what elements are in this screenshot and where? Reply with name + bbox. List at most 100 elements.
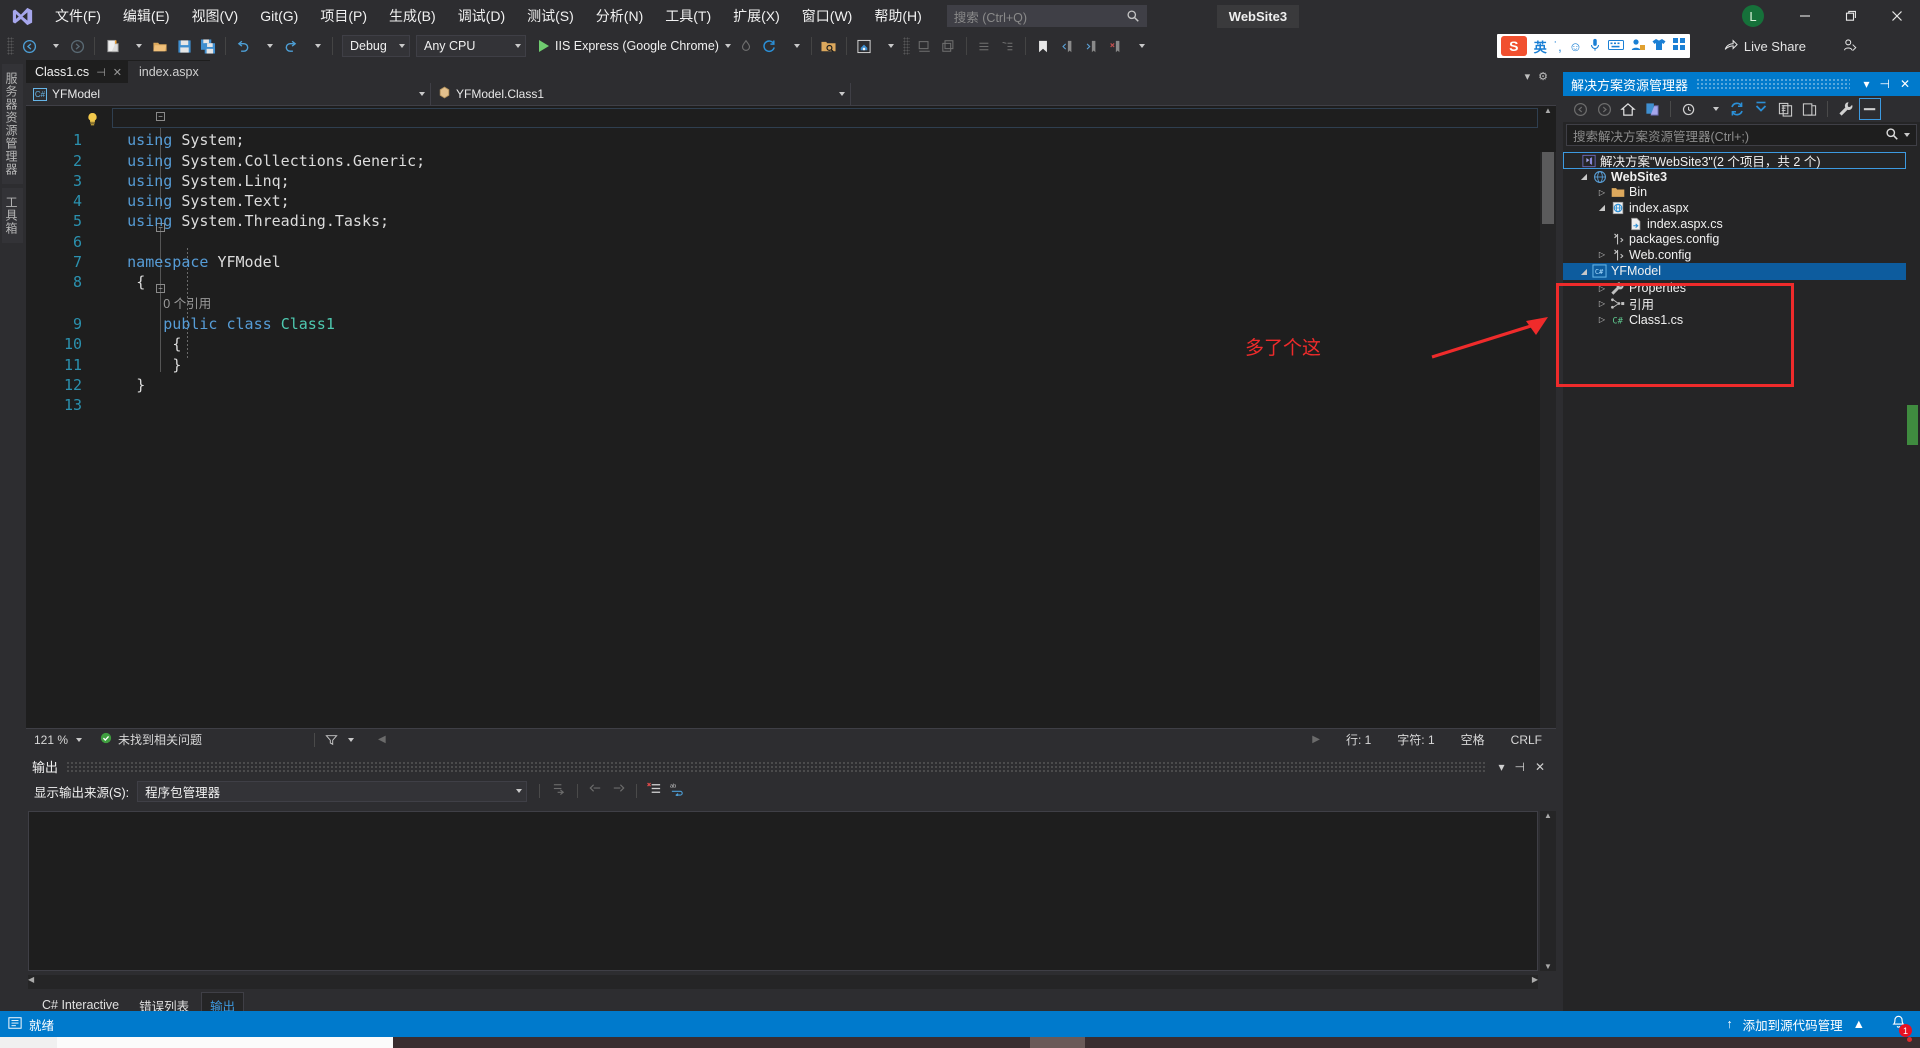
chevron-down-icon[interactable]: ▾ — [1493, 760, 1509, 774]
menu-item-git[interactable]: Git(G) — [249, 0, 309, 32]
output-text-area[interactable] — [28, 811, 1538, 971]
menu-item-edit[interactable]: 编辑(E) — [112, 0, 181, 32]
share-people-icon[interactable] — [1842, 38, 1858, 55]
next-bookmark-icon[interactable] — [1079, 34, 1103, 58]
document-tab-index-aspx[interactable]: index.aspx — [128, 60, 210, 83]
save-all-icon[interactable] — [196, 34, 220, 58]
start-debugging-button[interactable]: IIS Express (Google Chrome) — [536, 34, 734, 58]
add-to-source-control-button[interactable]: 添加到源代码管理 — [1743, 1015, 1843, 1034]
preview-more-icon[interactable] — [876, 34, 900, 58]
microphone-icon[interactable] — [1589, 38, 1601, 55]
refresh-dropdown[interactable] — [782, 34, 806, 58]
menu-item-extensions[interactable]: 扩展(X) — [722, 0, 791, 32]
panel-drag-area[interactable] — [66, 760, 1486, 773]
navigation-member-combo[interactable]: YFModel.Class1 — [431, 82, 851, 106]
solution-explorer-scroll-thumb[interactable] — [1907, 405, 1918, 445]
user-icon[interactable] — [1631, 38, 1645, 54]
close-icon[interactable] — [1874, 0, 1920, 32]
search-icon[interactable] — [1885, 127, 1899, 144]
tree-expander[interactable]: ◢ — [1577, 172, 1591, 181]
tree-expander[interactable]: ▷ — [1595, 315, 1609, 324]
preview-selected-items-icon[interactable] — [1859, 98, 1881, 120]
menu-item-test[interactable]: 测试(S) — [516, 0, 585, 32]
notification-bell-icon[interactable]: 1 — [1891, 1015, 1912, 1037]
pending-changes-icon[interactable] — [1678, 98, 1700, 120]
indent-increase-icon[interactable] — [937, 34, 961, 58]
tree-expander[interactable]: ◢ — [1595, 203, 1609, 212]
editor-scroll-thumb[interactable] — [1542, 152, 1554, 224]
indent-decrease-icon[interactable] — [913, 34, 937, 58]
tree-item-solution[interactable]: 解决方案"WebSite3"(2 个项目，共 2 个) — [1563, 152, 1906, 169]
folder-search-icon[interactable] — [817, 34, 841, 58]
tree-expander[interactable]: ▷ — [1595, 188, 1609, 197]
menu-item-debug[interactable]: 调试(D) — [447, 0, 516, 32]
output-prev-icon[interactable] — [588, 781, 603, 801]
output-vertical-scrollbar[interactable]: ▲ ▼ — [1540, 811, 1556, 971]
output-horizontal-scrollbar[interactable]: ◀ ▶ — [28, 975, 1538, 989]
hscroll-left-arrow[interactable]: ◀ — [378, 734, 386, 745]
home-icon[interactable] — [1617, 98, 1639, 120]
emoji-icon[interactable]: ☺ — [1569, 39, 1582, 54]
bookmark-icon[interactable] — [1031, 34, 1055, 58]
punctuation-icon[interactable]: ˙, — [1554, 39, 1562, 54]
menu-item-file[interactable]: 文件(F) — [44, 0, 112, 32]
navigate-forward-icon[interactable] — [65, 34, 89, 58]
clear-output-icon[interactable] — [647, 781, 662, 801]
comment-lines-icon[interactable] — [972, 34, 996, 58]
word-wrap-icon[interactable]: ab — [670, 781, 685, 801]
solution-explorer-search[interactable]: 搜索解决方案资源管理器(Ctrl+;) — [1566, 124, 1917, 146]
show-all-files-icon[interactable] — [1774, 98, 1796, 120]
output-source-select[interactable]: 程序包管理器 — [137, 780, 528, 802]
open-file-icon[interactable] — [148, 34, 172, 58]
properties-icon[interactable] — [1835, 98, 1857, 120]
tree-expander[interactable]: ▷ — [1595, 250, 1609, 259]
filter-icon[interactable] — [325, 734, 355, 746]
tree-expander[interactable]: ▷ — [1595, 299, 1609, 308]
windows-taskbar[interactable] — [0, 1037, 1920, 1048]
tree-expander[interactable]: ◢ — [1577, 267, 1591, 276]
menu-item-view[interactable]: 视图(V) — [181, 0, 250, 32]
previous-bookmark-icon[interactable] — [1055, 34, 1079, 58]
tree-item-website3[interactable]: ◢ WebSite3 — [1563, 169, 1906, 185]
toolbar-grip-2[interactable] — [902, 37, 910, 55]
output-next-icon[interactable] — [611, 781, 626, 801]
avatar[interactable]: L — [1742, 5, 1764, 27]
toolbox-icon[interactable] — [1673, 38, 1686, 54]
document-tab-class1[interactable]: Class1.cs ⊣ ✕ — [26, 60, 128, 83]
ime-mode-label[interactable]: 英 — [1534, 37, 1547, 56]
main-menu[interactable]: 文件(F) 编辑(E) 视图(V) Git(G) 项目(P) 生成(B) 调试(… — [44, 0, 933, 32]
split-view-icon[interactable]: ⚙ — [1538, 70, 1548, 83]
close-icon[interactable]: ✕ — [1895, 77, 1915, 91]
menu-item-tools[interactable]: 工具(T) — [654, 0, 722, 32]
sogou-ime-icon[interactable]: S — [1500, 36, 1527, 56]
code-editor-surface[interactable]: − − − 1 using System; 2 using System.Col… — [26, 106, 1556, 750]
tree-expander[interactable]: ▷ — [1595, 284, 1609, 293]
toolbar-overflow-icon[interactable] — [1127, 34, 1151, 58]
live-preview-icon[interactable] — [852, 34, 876, 58]
navigate-back-icon[interactable] — [17, 34, 41, 58]
issues-indicator[interactable]: 未找到相关问题 — [100, 731, 202, 748]
tree-item-properties[interactable]: ▷ Properties — [1563, 281, 1906, 297]
tree-item-packages-config[interactable]: packages.config — [1563, 231, 1906, 247]
solution-configuration-combo[interactable]: Debug — [342, 35, 410, 57]
minimize-icon[interactable] — [1782, 0, 1828, 32]
tree-item-class1-cs[interactable]: ▷ C# Class1.cs — [1563, 312, 1906, 328]
hot-reload-icon[interactable] — [734, 34, 758, 58]
nav-back-icon[interactable] — [1569, 98, 1591, 120]
pin-icon[interactable]: ⊣ — [1874, 77, 1894, 91]
editor-zoom-combo[interactable]: 121 % — [26, 729, 86, 751]
menu-item-analyze[interactable]: 分析(N) — [585, 0, 654, 32]
tree-item-index-aspx-cs[interactable]: index.aspx.cs — [1563, 216, 1906, 232]
clear-bookmarks-icon[interactable] — [1103, 34, 1127, 58]
tree-item-references[interactable]: ▷ 引用 — [1563, 296, 1906, 312]
soft-keyboard-icon[interactable] — [1608, 39, 1624, 54]
pin-icon[interactable]: ⊣ — [96, 66, 106, 79]
tree-item-yfmodel[interactable]: ◢ C# YFModel — [1563, 262, 1906, 280]
chevron-up-icon[interactable]: ▲ — [1853, 1017, 1865, 1031]
sogou-ime-toolbar[interactable]: S 英 ˙, ☺ — [1496, 34, 1690, 58]
new-project-dropdown[interactable] — [124, 34, 148, 58]
collapse-all-icon[interactable] — [1750, 98, 1772, 120]
panel-drag-area[interactable] — [1696, 78, 1851, 90]
solution-tree[interactable]: 解决方案"WebSite3"(2 个项目，共 2 个) ◢ WebSite3 ▷… — [1563, 150, 1906, 1017]
undo-dropdown[interactable] — [255, 34, 279, 58]
